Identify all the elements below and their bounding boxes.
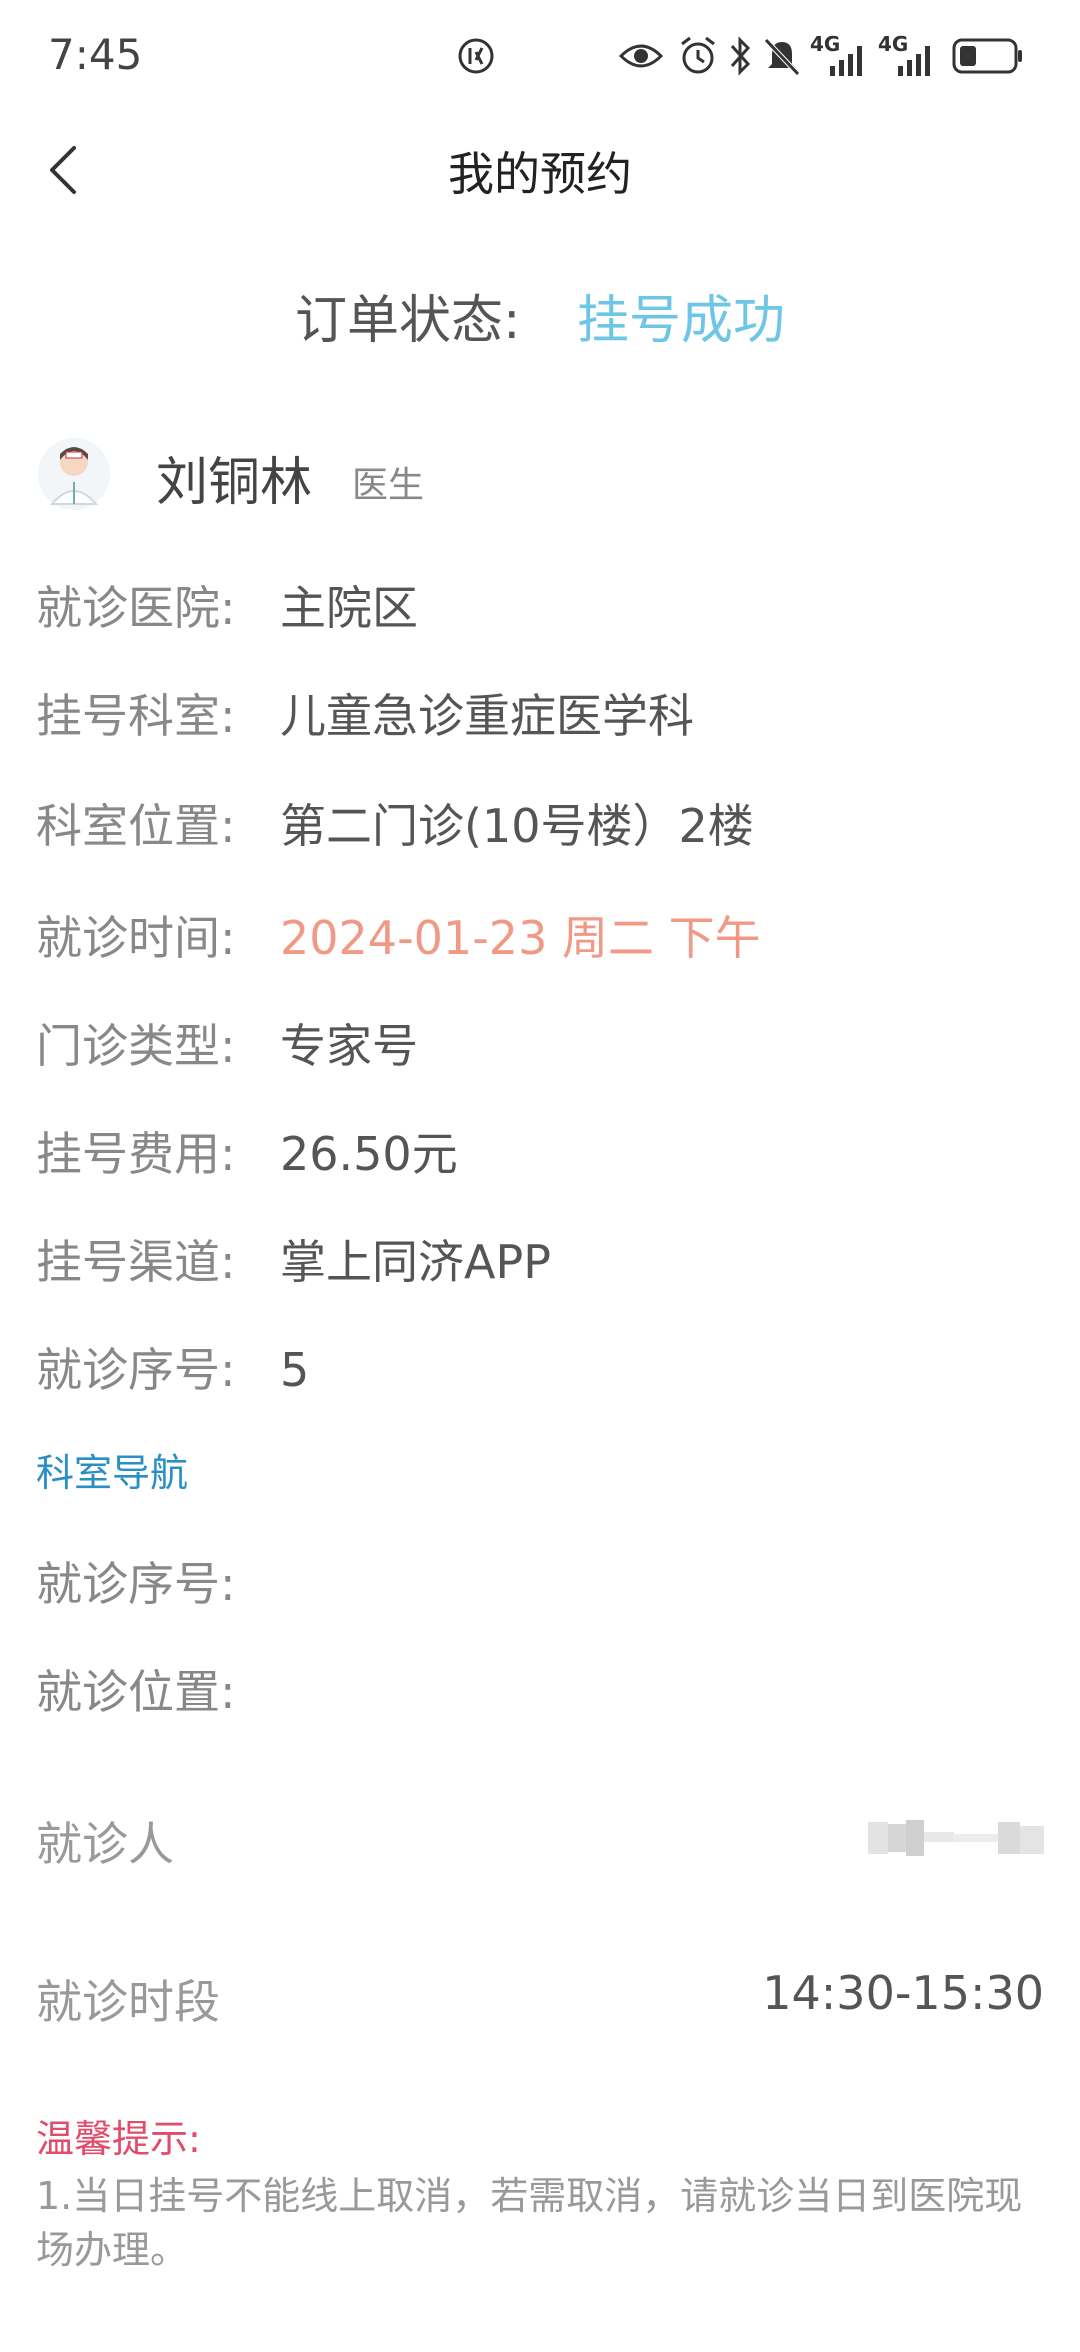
fee-value: 26.50元 [280, 1127, 458, 1181]
patient-name-redacted [868, 1820, 1044, 1856]
info-row-fee: 挂号费用: 26.50元 [36, 1118, 458, 1184]
info-row-channel: 挂号渠道: 掌上同济APP [36, 1226, 551, 1292]
tips-section: 温馨提示: 1.当日挂号不能线上取消，若需取消，请就诊当日到医院现场办理。 [36, 2108, 1046, 2277]
dept-nav-link[interactable]: 科室导航 [36, 1442, 188, 1497]
hospital-value: 主院区 [280, 581, 418, 635]
slot-row: 就诊时段 14:30-15:30 [36, 1966, 1044, 2032]
bluetooth-icon [730, 36, 751, 76]
hospital-label: 就诊医院: [36, 581, 236, 635]
slot-value: 14:30-15:30 [762, 1966, 1044, 2020]
dept-label: 挂号科室: [36, 689, 236, 743]
eye-icon [618, 44, 664, 68]
order-status: 订单状态: 挂号成功 [0, 278, 1080, 353]
type-label: 门诊类型: [36, 1019, 236, 1073]
time-label: 就诊时间: [36, 911, 236, 965]
signal-4g-icon: 4G [878, 32, 938, 78]
order-status-label: 订单状态: [294, 291, 521, 351]
seq-value: 5 [280, 1343, 310, 1397]
battery-icon [952, 38, 1022, 74]
channel-value: 掌上同济APP [280, 1235, 551, 1289]
time-value: 2024-01-23 周二 下午 [280, 911, 761, 965]
info-row-type: 门诊类型: 专家号 [36, 1010, 418, 1076]
slot-label: 就诊时段 [36, 1975, 220, 2029]
type-value: 专家号 [280, 1019, 418, 1073]
fee-label: 挂号费用: [36, 1127, 236, 1181]
doctor-title: 医生 [352, 465, 425, 506]
patient-row: 就诊人 [36, 1808, 1044, 1874]
info-row-time: 就诊时间: 2024-01-23 周二 下午 [36, 902, 761, 968]
seq-label: 就诊序号: [36, 1343, 236, 1397]
dept-value: 儿童急诊重症医学科 [280, 689, 694, 743]
info-row-dept: 挂号科室: 儿童急诊重症医学科 [36, 680, 694, 746]
mute-icon [764, 38, 800, 76]
patient-label: 就诊人 [36, 1817, 174, 1871]
channel-label: 挂号渠道: [36, 1235, 236, 1289]
app-badge-icon [458, 38, 494, 74]
order-status-value: 挂号成功 [577, 291, 786, 351]
page-title: 我的预约 [448, 147, 632, 201]
nav-pos-row: 就诊位置: [36, 1656, 280, 1722]
status-bar: 7:45 4G 4G [0, 0, 1080, 110]
doctor-name: 刘铜林 [156, 453, 313, 513]
alarm-icon [681, 36, 715, 74]
doctor-avatar-icon [38, 438, 110, 510]
nav-seq-label: 就诊序号: [36, 1557, 236, 1611]
info-row-hospital: 就诊医院: 主院区 [36, 572, 418, 638]
nav-pos-label: 就诊位置: [36, 1665, 236, 1719]
location-label: 科室位置: [36, 799, 236, 853]
tips-text: 1.当日挂号不能线上取消，若需取消，请就诊当日到医院现场办理。 [36, 2174, 1023, 2272]
status-time: 7:45 [48, 30, 143, 79]
info-row-location: 科室位置: 第二门诊(10号楼）2楼 [36, 790, 754, 856]
nav-bar: 我的预约 [0, 110, 1080, 230]
info-row-seq: 就诊序号: 5 [36, 1334, 309, 1400]
signal-4g-icon: 4G [810, 32, 868, 78]
tips-title: 温馨提示: [36, 2117, 201, 2161]
location-value: 第二门诊(10号楼）2楼 [280, 799, 754, 853]
nav-seq-row: 就诊序号: [36, 1548, 280, 1614]
